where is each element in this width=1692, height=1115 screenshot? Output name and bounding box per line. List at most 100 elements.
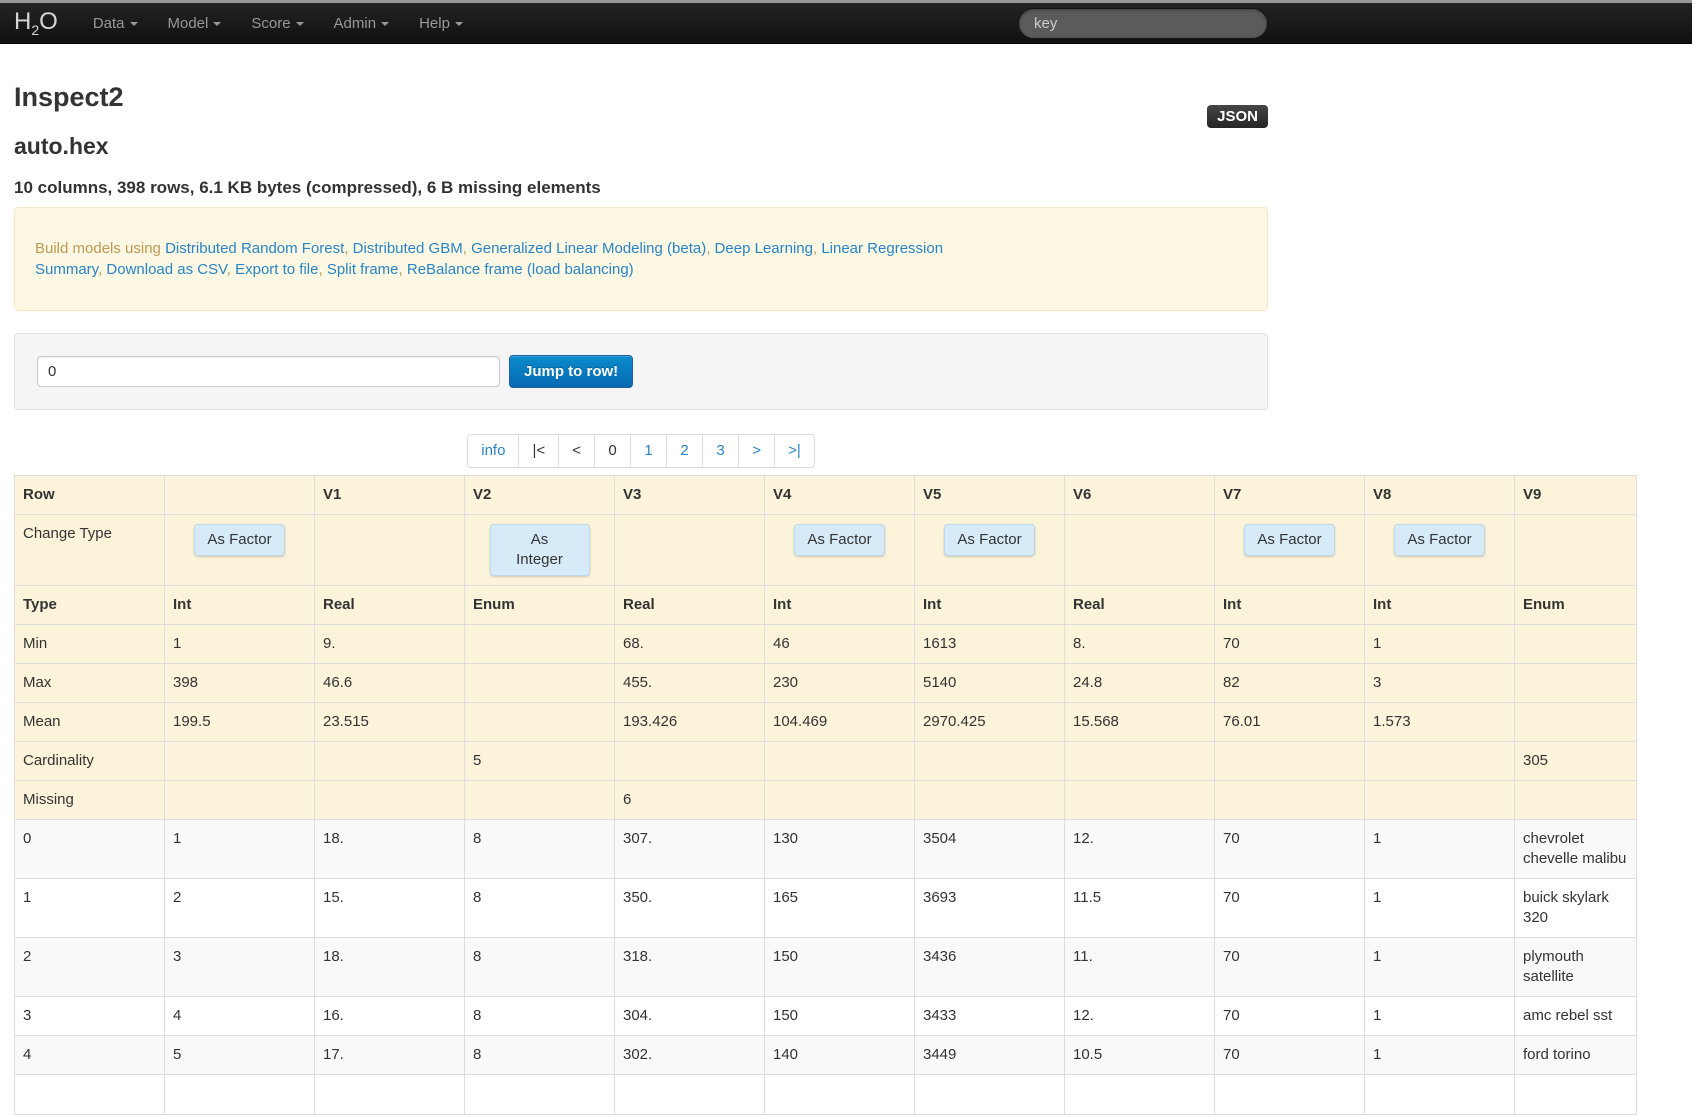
as-factor-button-col5[interactable]: As Factor — [944, 524, 1035, 556]
table-cell — [1364, 1074, 1515, 1115]
jump-to-row-input[interactable] — [37, 356, 500, 387]
jump-to-row-button[interactable]: Jump to row! — [509, 355, 634, 388]
nav-item-data[interactable]: Data — [78, 5, 153, 42]
table-cell: 12. — [1064, 819, 1215, 879]
table-cell: 1 — [1364, 996, 1515, 1036]
table-cell: 165 — [764, 878, 915, 938]
build-link-distributed-gbm[interactable]: Distributed GBM — [353, 240, 463, 257]
pagination-page-0[interactable]: 0 — [595, 435, 632, 467]
nav-item-model[interactable]: Model — [153, 5, 237, 42]
table-cell: 2 — [164, 878, 315, 938]
table-cell — [164, 741, 315, 781]
table-cell: 8 — [464, 1035, 615, 1075]
table-cell: 23.515 — [314, 702, 465, 742]
meta-row-max: Max 398 46.6 455. 230 5140 24.8 82 3 — [14, 663, 1637, 703]
col-header-v9: V9 — [1514, 475, 1637, 515]
table-cell — [614, 1074, 765, 1115]
table-cell: 150 — [764, 996, 915, 1036]
row-label-type: Type — [14, 585, 165, 625]
pagination-info[interactable]: info — [468, 435, 520, 467]
table-cell: 318. — [614, 937, 765, 997]
table-cell: 305 — [1514, 741, 1637, 781]
table-cell: 82 — [1214, 663, 1365, 703]
build-link-deep-learning[interactable]: Deep Learning — [715, 240, 813, 257]
table-cell: 350. — [614, 878, 765, 938]
build-link-export-to-file[interactable]: Export to file — [235, 261, 318, 278]
table-cell: Int — [914, 585, 1065, 625]
table-cell: 8 — [464, 819, 615, 879]
table-cell: plymouth satellite — [1514, 937, 1637, 997]
table-cell: 1 — [164, 819, 315, 879]
col-header-v4: V4 — [764, 475, 915, 515]
table-cell — [764, 1074, 915, 1115]
table-cell: 70 — [1214, 1035, 1365, 1075]
table-cell: 70 — [1214, 819, 1365, 879]
change-type-cell — [1064, 514, 1215, 586]
nav-item-admin[interactable]: Admin — [319, 5, 405, 42]
as-factor-button-col7[interactable]: As Factor — [1244, 524, 1335, 556]
caret-icon — [454, 22, 463, 27]
table-cell: 8 — [464, 937, 615, 997]
nav-item-help[interactable]: Help — [404, 5, 478, 42]
table-cell — [1364, 780, 1515, 820]
table-cell — [1214, 780, 1365, 820]
pagination-last[interactable]: >| — [775, 435, 814, 467]
table-cell: 46.6 — [314, 663, 465, 703]
table-cell: 1.573 — [1364, 702, 1515, 742]
json-badge[interactable]: JSON — [1207, 105, 1268, 128]
table-row-2: 2 3 18. 8 318. 150 3436 11. 70 1 plymouth satellit… — [14, 937, 1637, 997]
table-cell: 11. — [1064, 937, 1215, 997]
table-cell: 8. — [1064, 624, 1215, 664]
table-cell: 17. — [314, 1035, 465, 1075]
table-cell: Real — [614, 585, 765, 625]
change-type-cell: As Integer — [464, 514, 615, 586]
table-cell: 8 — [464, 878, 615, 938]
frame-name: auto.hex — [14, 133, 109, 159]
table-cell: 9. — [314, 624, 465, 664]
build-link-download-as-csv[interactable]: Download as CSV — [106, 261, 226, 278]
table-cell: 70 — [1214, 996, 1365, 1036]
row-index: 0 — [14, 819, 165, 879]
table-row-1: 1 2 15. 8 350. 165 3693 11.5 70 1 buick skylark 32… — [14, 878, 1637, 938]
table-row-partial — [14, 1074, 1637, 1115]
table-cell: 304. — [614, 996, 765, 1036]
meta-row-mean: Mean 199.5 23.515 193.426 104.469 2970.425 15.… — [14, 702, 1637, 742]
build-link-generalized-linear-modeling-beta[interactable]: Generalized Linear Modeling (beta) — [471, 240, 706, 257]
nav-item-score[interactable]: Score — [236, 5, 318, 42]
pagination-page-2[interactable]: 2 — [667, 435, 704, 467]
table-cell: 76.01 — [1214, 702, 1365, 742]
h2o-brand-logo[interactable]: H2O — [14, 10, 58, 37]
build-link-split-frame[interactable]: Split frame — [327, 261, 399, 278]
table-row-0: 0 1 18. 8 307. 130 3504 12. 70 1 chevrolet chevell… — [14, 819, 1637, 879]
table-cell: Real — [1064, 585, 1215, 625]
table-cell: 18. — [314, 819, 465, 879]
table-cell: 5140 — [914, 663, 1065, 703]
frame-summary: 10 columns, 398 rows, 6.1 KB bytes (comp… — [14, 178, 601, 197]
table-cell — [614, 741, 765, 781]
as-factor-button-col0[interactable]: As Factor — [194, 524, 285, 556]
table-cell: 3504 — [914, 819, 1065, 879]
col-header-v5: V5 — [914, 475, 1065, 515]
pagination-prev[interactable]: < — [559, 435, 596, 467]
pagination-page-1[interactable]: 1 — [631, 435, 668, 467]
table-cell — [1514, 702, 1637, 742]
build-link-distributed-random-forest[interactable]: Distributed Random Forest — [165, 240, 344, 257]
table-cell: 6 — [614, 780, 765, 820]
as-factor-button-col4[interactable]: As Factor — [794, 524, 885, 556]
search-input[interactable] — [1018, 8, 1268, 39]
nav-item-label: Data — [92, 15, 125, 32]
table-cell: ford torino — [1514, 1035, 1637, 1075]
table-cell — [1064, 1074, 1215, 1115]
table-cell: 68. — [614, 624, 765, 664]
pagination-first[interactable]: |< — [519, 435, 560, 467]
pagination-next[interactable]: > — [739, 435, 776, 467]
table-cell — [1214, 741, 1365, 781]
pagination-page-3[interactable]: 3 — [703, 435, 740, 467]
change-type-cell: As Factor — [164, 514, 315, 586]
table-cell: 1613 — [914, 624, 1065, 664]
change-type-cell — [314, 514, 465, 586]
as-integer-button-col2[interactable]: As Integer — [489, 524, 590, 576]
build-link-rebalance-frame-load-balancing[interactable]: ReBalance frame (load balancing) — [407, 261, 634, 278]
as-factor-button-col8[interactable]: As Factor — [1394, 524, 1485, 556]
table-cell: Int — [164, 585, 315, 625]
